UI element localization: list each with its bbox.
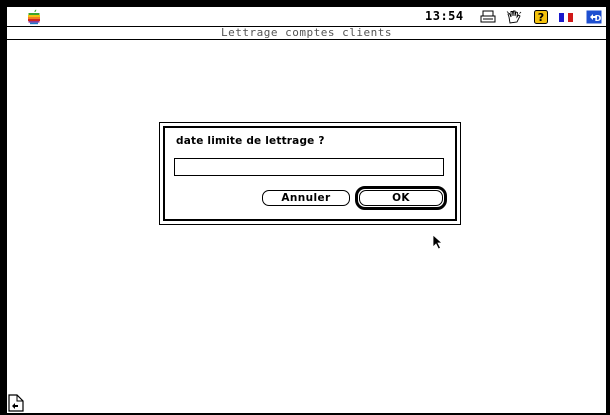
screen-frame-right xyxy=(606,0,610,415)
menubar-clock: 13:54 xyxy=(425,9,464,23)
cancel-button[interactable]: Annuler xyxy=(262,190,350,206)
screen-frame-top xyxy=(0,0,610,7)
svg-text:D: D xyxy=(595,14,602,23)
date-limit-input[interactable] xyxy=(174,158,444,176)
svg-text:?: ? xyxy=(538,11,544,24)
desktop: 13:54 ? D Lettrage comptes clients date … xyxy=(0,0,610,415)
corner-app-icon[interactable] xyxy=(7,393,27,413)
menu-bar: 13:54 ? D xyxy=(7,7,606,27)
ok-button[interactable]: OK xyxy=(359,190,443,206)
application-menu-icon[interactable]: D xyxy=(586,10,602,24)
screen-frame-left xyxy=(0,0,7,415)
printer-icon[interactable] xyxy=(480,10,496,24)
window-title-bar: Lettrage comptes clients xyxy=(7,26,606,40)
french-flag-icon[interactable] xyxy=(558,10,574,24)
help-icon[interactable]: ? xyxy=(533,10,549,24)
mouse-cursor-icon xyxy=(432,234,444,250)
hand-icon[interactable] xyxy=(506,10,522,24)
window-title: Lettrage comptes clients xyxy=(221,26,392,39)
apple-icon[interactable] xyxy=(27,9,41,25)
dialog-prompt: date limite de lettrage ? xyxy=(176,135,325,147)
